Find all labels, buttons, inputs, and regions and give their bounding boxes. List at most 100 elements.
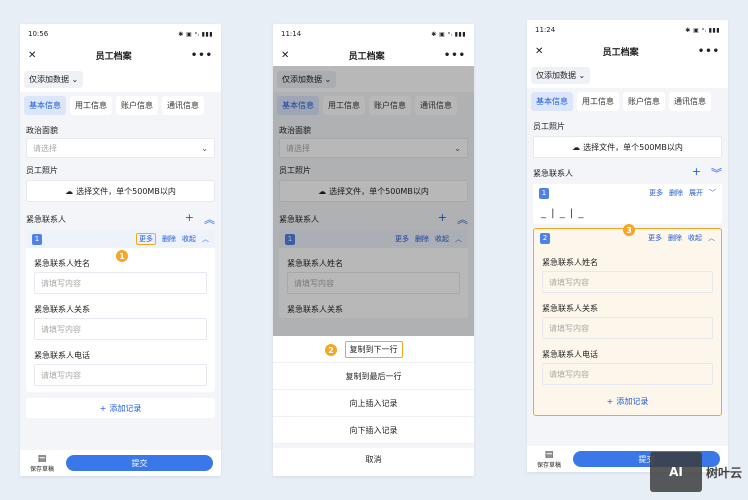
card-index-badge: 2 (540, 232, 550, 244)
chevron-down-icon: ⌄ (578, 70, 586, 80)
add-icon[interactable]: + (185, 211, 194, 227)
filter-label: 仅添加数据 (536, 70, 576, 80)
contact-phone-label: 紧急联系人电话 (542, 349, 598, 359)
card-delete-button[interactable]: 删除 (668, 233, 682, 243)
save-draft-button[interactable]: ▤ 保存草稿 (28, 454, 56, 473)
status-bar: 11:14 ✱ ▣ ᵃᵢ ▮▮▮ (273, 24, 474, 44)
copy-to-next-row-label: 复制到下一行 (344, 340, 403, 358)
chevron-down-icon: ⌄ (71, 74, 79, 84)
contact-relation-input[interactable]: 请填写内容 (34, 318, 207, 340)
title-bar: ✕ 员工档案 ••• (273, 44, 474, 66)
card-more-button[interactable]: 更多 (136, 233, 156, 245)
phone-screen-3: 11:24 ✱ ▣ ᵃᵢ ▮▮▮ ✕ 员工档案 ••• 仅添加数据 ⌄ 基本信息… (527, 20, 728, 472)
card-index-badge: 1 (32, 233, 42, 245)
tab-basic-info[interactable]: 基本信息 (24, 95, 66, 115)
emergency-header: 紧急联系人 + ︾ (527, 162, 728, 184)
collapse-all-icon[interactable]: ︽ (204, 211, 215, 227)
contact-name-input[interactable]: 请填写内容 (542, 271, 713, 293)
cloud-upload-icon: ☁ (65, 186, 74, 196)
upload-button[interactable]: ☁ 选择文件，单个500MB以内 (533, 136, 722, 158)
political-label: 政治面貌 (26, 125, 58, 135)
phone-screen-2: 11:14 ✱ ▣ ᵃᵢ ▮▮▮ ✕ 员工档案 ••• 仅添加数据 ⌄ 基本信息… (273, 24, 474, 476)
add-record-label: 添加记录 (616, 396, 649, 406)
more-icon[interactable]: ••• (698, 46, 720, 57)
copy-to-next-row-item[interactable]: 复制到下一行 (273, 336, 474, 363)
card-summary: _ | _ | _ (541, 207, 585, 219)
tab-contact-info[interactable]: 通讯信息 (162, 95, 204, 115)
watermark-logo: AI (649, 452, 702, 492)
chevron-up-icon: ︿ (202, 235, 209, 243)
upload-text: 选择文件，单个500MB以内 (76, 186, 176, 196)
tab-bar: 基本信息 用工信息 账户信息 通讯信息 (527, 88, 728, 114)
tab-employment-info[interactable]: 用工信息 (577, 91, 619, 111)
tab-account-info[interactable]: 账户信息 (623, 91, 665, 111)
card-more-button[interactable]: 更多 (648, 233, 662, 243)
card-delete-button[interactable]: 删除 (669, 188, 683, 198)
tab-employment-info[interactable]: 用工信息 (70, 95, 112, 115)
insert-above-item[interactable]: 向上插入记录 (273, 390, 474, 417)
close-icon[interactable]: ✕ (281, 50, 289, 61)
contact-card-1: 1 更多 删除 展开 ﹀ _ | _ | _ (533, 184, 722, 224)
draft-icon: ▤ (544, 449, 554, 460)
step-marker: 3 (623, 224, 635, 236)
add-record-label: 添加记录 (109, 403, 142, 413)
card-header: 1 更多 删除 展开 ﹀ (533, 184, 722, 202)
add-record-button[interactable]: + 添加记录 (26, 398, 215, 418)
filter-dropdown[interactable]: 仅添加数据 ⌄ (24, 70, 84, 88)
add-record-button[interactable]: + 添加记录 (540, 391, 715, 411)
copy-to-last-row-item[interactable]: 复制到最后一行 (273, 363, 474, 390)
tab-contact-info[interactable]: 通讯信息 (669, 91, 711, 111)
card-collapse-button[interactable]: 收起 (182, 234, 196, 244)
insert-below-item[interactable]: 向下插入记录 (273, 417, 474, 444)
upload-text: 选择文件，单个500MB以内 (583, 142, 683, 152)
step-marker: 1 (116, 250, 128, 262)
photo-label: 员工照片 (26, 165, 58, 175)
contact-name-input[interactable]: 请填写内容 (34, 272, 207, 294)
card-more-button[interactable]: 更多 (649, 188, 663, 198)
status-bar: 10:56 ✱ ▣ ᵃᵢ ▮▮▮ (20, 24, 221, 44)
political-select[interactable]: 请选择 ⌄ (26, 138, 215, 158)
bottom-bar: ▤ 保存草稿 提交 (20, 450, 221, 476)
add-icon[interactable]: + (692, 165, 701, 181)
phone-screen-1: 10:56 ✱ ▣ ᵃᵢ ▮▮▮ ✕ 员工档案 ••• 仅添加数据 ⌄ 基本信息… (20, 24, 221, 476)
expand-all-icon[interactable]: ︾ (711, 165, 722, 181)
contact-phone-input[interactable]: 请填写内容 (542, 363, 713, 385)
close-icon[interactable]: ✕ (28, 50, 36, 61)
submit-button[interactable]: 提交 (66, 455, 213, 471)
step-marker: 2 (325, 344, 337, 356)
contact-relation-label: 紧急联系人关系 (34, 304, 90, 314)
tab-bar: 基本信息 用工信息 账户信息 通讯信息 (20, 92, 221, 118)
emergency-label: 紧急联系人 (533, 168, 573, 178)
status-time: 11:14 (281, 30, 302, 38)
tab-basic-info[interactable]: 基本信息 (531, 91, 573, 111)
status-icons: ✱ ▣ ᵃᵢ ▮▮▮ (178, 30, 213, 38)
political-placeholder: 请选择 (33, 143, 57, 153)
chevron-down-icon: ﹀ (709, 189, 716, 197)
status-time: 11:24 (535, 26, 556, 34)
page-title: 员工档案 (348, 51, 385, 62)
card-header: 1 更多 删除 收起 ︿ (26, 230, 215, 248)
contact-relation-input[interactable]: 请填写内容 (542, 317, 713, 339)
status-icons: ✱ ▣ ᵃᵢ ▮▮▮ (685, 26, 720, 34)
modal-overlay[interactable] (273, 66, 474, 336)
card-expand-button[interactable]: 展开 (689, 188, 703, 198)
contact-phone-input[interactable]: 请填写内容 (34, 364, 207, 386)
filter-label: 仅添加数据 (29, 74, 69, 84)
status-time: 10:56 (28, 30, 49, 38)
filter-bar: 仅添加数据 ⌄ (527, 62, 728, 88)
close-icon[interactable]: ✕ (535, 46, 543, 57)
save-draft-button[interactable]: ▤ 保存草稿 (535, 450, 563, 469)
title-bar: ✕ 员工档案 ••• (20, 44, 221, 66)
cancel-button[interactable]: 取消 (273, 444, 474, 471)
more-icon[interactable]: ••• (191, 50, 213, 61)
filter-dropdown[interactable]: 仅添加数据 ⌄ (531, 66, 591, 84)
card-delete-button[interactable]: 删除 (162, 234, 176, 244)
chevron-down-icon: ⌄ (201, 143, 208, 153)
more-icon[interactable]: ••• (444, 50, 466, 61)
photo-label: 员工照片 (533, 121, 565, 131)
tab-account-info[interactable]: 账户信息 (116, 95, 158, 115)
status-bar: 11:24 ✱ ▣ ᵃᵢ ▮▮▮ (527, 20, 728, 40)
card-collapse-button[interactable]: 收起 (688, 233, 702, 243)
page-title: 员工档案 (95, 51, 132, 62)
upload-button[interactable]: ☁ 选择文件，单个500MB以内 (26, 180, 215, 202)
